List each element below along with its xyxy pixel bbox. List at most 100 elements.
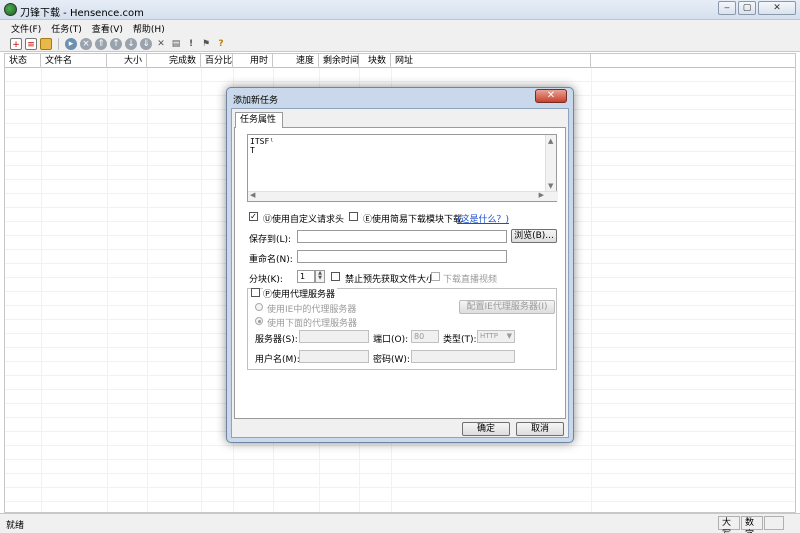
easy-module-checkbox[interactable]: [349, 212, 358, 221]
below-proxy-radio[interactable]: [255, 317, 263, 325]
what-is-this-link[interactable]: (这是什么？): [457, 212, 509, 225]
no-prefetch-checkbox[interactable]: [331, 272, 340, 281]
tab-task-properties[interactable]: 任务属性: [235, 112, 283, 128]
move-top-icon[interactable]: ⇑: [95, 37, 107, 50]
col-percent[interactable]: 百分比: [201, 54, 233, 68]
rename-label: 重命名(N):: [249, 255, 293, 265]
delete-icon[interactable]: ✕: [155, 38, 167, 50]
col-filename[interactable]: 文件名: [41, 54, 107, 68]
move-bottom-icon[interactable]: ⇓: [140, 37, 152, 50]
status-text: 就绪: [6, 521, 25, 531]
new-task-icon[interactable]: +: [10, 37, 22, 50]
scroll-down-icon[interactable]: ▼: [548, 182, 553, 190]
col-remaining[interactable]: 剩余时间: [319, 54, 359, 68]
port-label: 端口(O):: [373, 335, 409, 345]
dialog-body: 任务属性 ITSFˡ T ▲ ▼ ◀ ▶ ✓ Ⓤ使用自定义请求头 Ⓔ使用简易下载…: [231, 108, 569, 438]
username-label: 用户名(M):: [255, 355, 300, 365]
grid-line: [147, 68, 148, 512]
easy-module-label: Ⓔ使用简易下载模块下载: [363, 215, 463, 225]
minimize-button[interactable]: ‒: [718, 1, 736, 15]
status-pane-empty: [764, 516, 784, 530]
window-title: 刀锋下载 - Hensence.com: [20, 8, 144, 19]
url-horizontal-scrollbar[interactable]: ◀ ▶: [248, 191, 558, 201]
menu-file[interactable]: 文件(F): [6, 20, 46, 36]
chevron-down-icon: ▼: [506, 332, 512, 340]
col-size[interactable]: 大小: [107, 54, 147, 68]
use-proxy-label: Ⓟ使用代理服务器: [263, 287, 338, 300]
proxy-type-value: HTTP: [480, 332, 498, 340]
password-label: 密码(W):: [373, 355, 410, 365]
save-to-label: 保存到(L):: [249, 235, 292, 245]
grid-line: [41, 68, 42, 512]
no-prefetch-label: 禁止预先获取文件大小: [345, 275, 436, 285]
blocks-label: 分块(K):: [249, 275, 283, 285]
type-label: 类型(T):: [443, 335, 477, 345]
task-list-header: 状态 文件名 大小 完成数 百分比 用时 速度 剩余时间 块数 网址: [5, 54, 795, 68]
open-folder-icon[interactable]: [40, 37, 52, 50]
live-video-label: 下载直播视频: [443, 275, 498, 285]
task-properties-panel: ITSFˡ T ▲ ▼ ◀ ▶ ✓ Ⓤ使用自定义请求头 Ⓔ使用简易下载模块下载 …: [234, 127, 566, 419]
url-textarea[interactable]: ITSFˡ T ▲ ▼ ◀ ▶: [247, 134, 558, 202]
scroll-right-icon[interactable]: ▶: [539, 191, 544, 199]
help-icon[interactable]: ?: [215, 38, 227, 50]
menu-bar: 文件(F) 任务(T) 查看(V) 帮助(H): [0, 20, 800, 36]
password-input[interactable]: [411, 350, 515, 363]
add-task-dialog: 添加新任务 ✕ 任务属性 ITSFˡ T ▲ ▼ ◀ ▶ ✓ Ⓤ使用自定义请求头…: [226, 87, 574, 443]
col-status[interactable]: 状态: [5, 54, 41, 68]
save-to-input[interactable]: [297, 230, 507, 243]
ie-proxy-label: 使用IE中的代理服务器: [267, 305, 357, 315]
caps-indicator: 大写: [718, 516, 740, 533]
scroll-left-icon[interactable]: ◀: [250, 191, 255, 199]
col-elapsed[interactable]: 用时: [233, 54, 273, 68]
col-blocks[interactable]: 块数: [359, 54, 391, 68]
dialog-title: 添加新任务: [233, 96, 279, 106]
url-vertical-scrollbar[interactable]: ▲ ▼: [545, 135, 556, 192]
server-label: 服务器(S):: [255, 335, 298, 345]
new-batch-icon[interactable]: ≡: [25, 37, 37, 50]
use-proxy-checkbox[interactable]: [251, 288, 260, 297]
ie-proxy-radio[interactable]: [255, 303, 263, 311]
rename-input[interactable]: [297, 250, 507, 263]
col-speed[interactable]: 速度: [273, 54, 319, 68]
maximize-button[interactable]: ▢: [738, 1, 756, 15]
close-button[interactable]: ✕: [758, 1, 796, 15]
col-done[interactable]: 完成数: [147, 54, 201, 68]
move-up-icon[interactable]: ↑: [110, 37, 122, 50]
properties-icon[interactable]: ▤: [170, 38, 182, 50]
start-icon[interactable]: ▸: [65, 37, 77, 50]
live-video-checkbox[interactable]: [431, 272, 440, 281]
flag-icon[interactable]: ⚑: [200, 38, 212, 50]
grid-line: [591, 68, 592, 512]
username-input[interactable]: [299, 350, 369, 363]
move-down-icon[interactable]: ↓: [125, 37, 137, 50]
ok-button[interactable]: 确定: [462, 422, 510, 436]
menu-task[interactable]: 任务(T): [46, 20, 87, 36]
app-logo-icon: [4, 3, 17, 16]
num-indicator: 数字: [741, 516, 763, 533]
server-input[interactable]: [299, 330, 369, 343]
grid-line: [107, 68, 108, 512]
stop-icon[interactable]: ×: [80, 37, 92, 50]
title-bar: 刀锋下载 - Hensence.com ‒ ▢ ✕: [0, 0, 800, 20]
browse-button[interactable]: 浏览(B)...: [511, 229, 557, 243]
proxy-type-select[interactable]: ▼ HTTP: [477, 330, 515, 343]
status-bar: 就绪 大写 数字: [0, 513, 800, 533]
blocks-input[interactable]: 1: [297, 270, 315, 283]
blocks-spinner[interactable]: ▲ ▼: [315, 270, 325, 283]
config-ie-proxy-button[interactable]: 配置IE代理服务器(I): [459, 300, 555, 314]
menu-view[interactable]: 查看(V): [87, 20, 128, 36]
custom-header-checkbox[interactable]: ✓: [249, 212, 258, 221]
exclamation-icon[interactable]: !: [185, 38, 197, 50]
scroll-up-icon[interactable]: ▲: [548, 137, 553, 145]
below-proxy-label: 使用下面的代理服务器: [267, 319, 358, 329]
toolbar: + ≡ ▸ × ⇑ ↑ ↓ ⇓ ✕ ▤ ! ⚑ ?: [0, 36, 800, 52]
toolbar-separator: [58, 37, 59, 50]
grid-line: [201, 68, 202, 512]
menu-help[interactable]: 帮助(H): [128, 20, 170, 36]
col-url[interactable]: 网址: [391, 54, 591, 68]
url-text: ITSFˡ T: [250, 137, 275, 155]
custom-header-label: Ⓤ使用自定义请求头: [263, 215, 345, 225]
port-input[interactable]: 80: [411, 330, 439, 343]
cancel-button[interactable]: 取消: [516, 422, 564, 436]
dialog-close-button[interactable]: ✕: [535, 89, 567, 103]
